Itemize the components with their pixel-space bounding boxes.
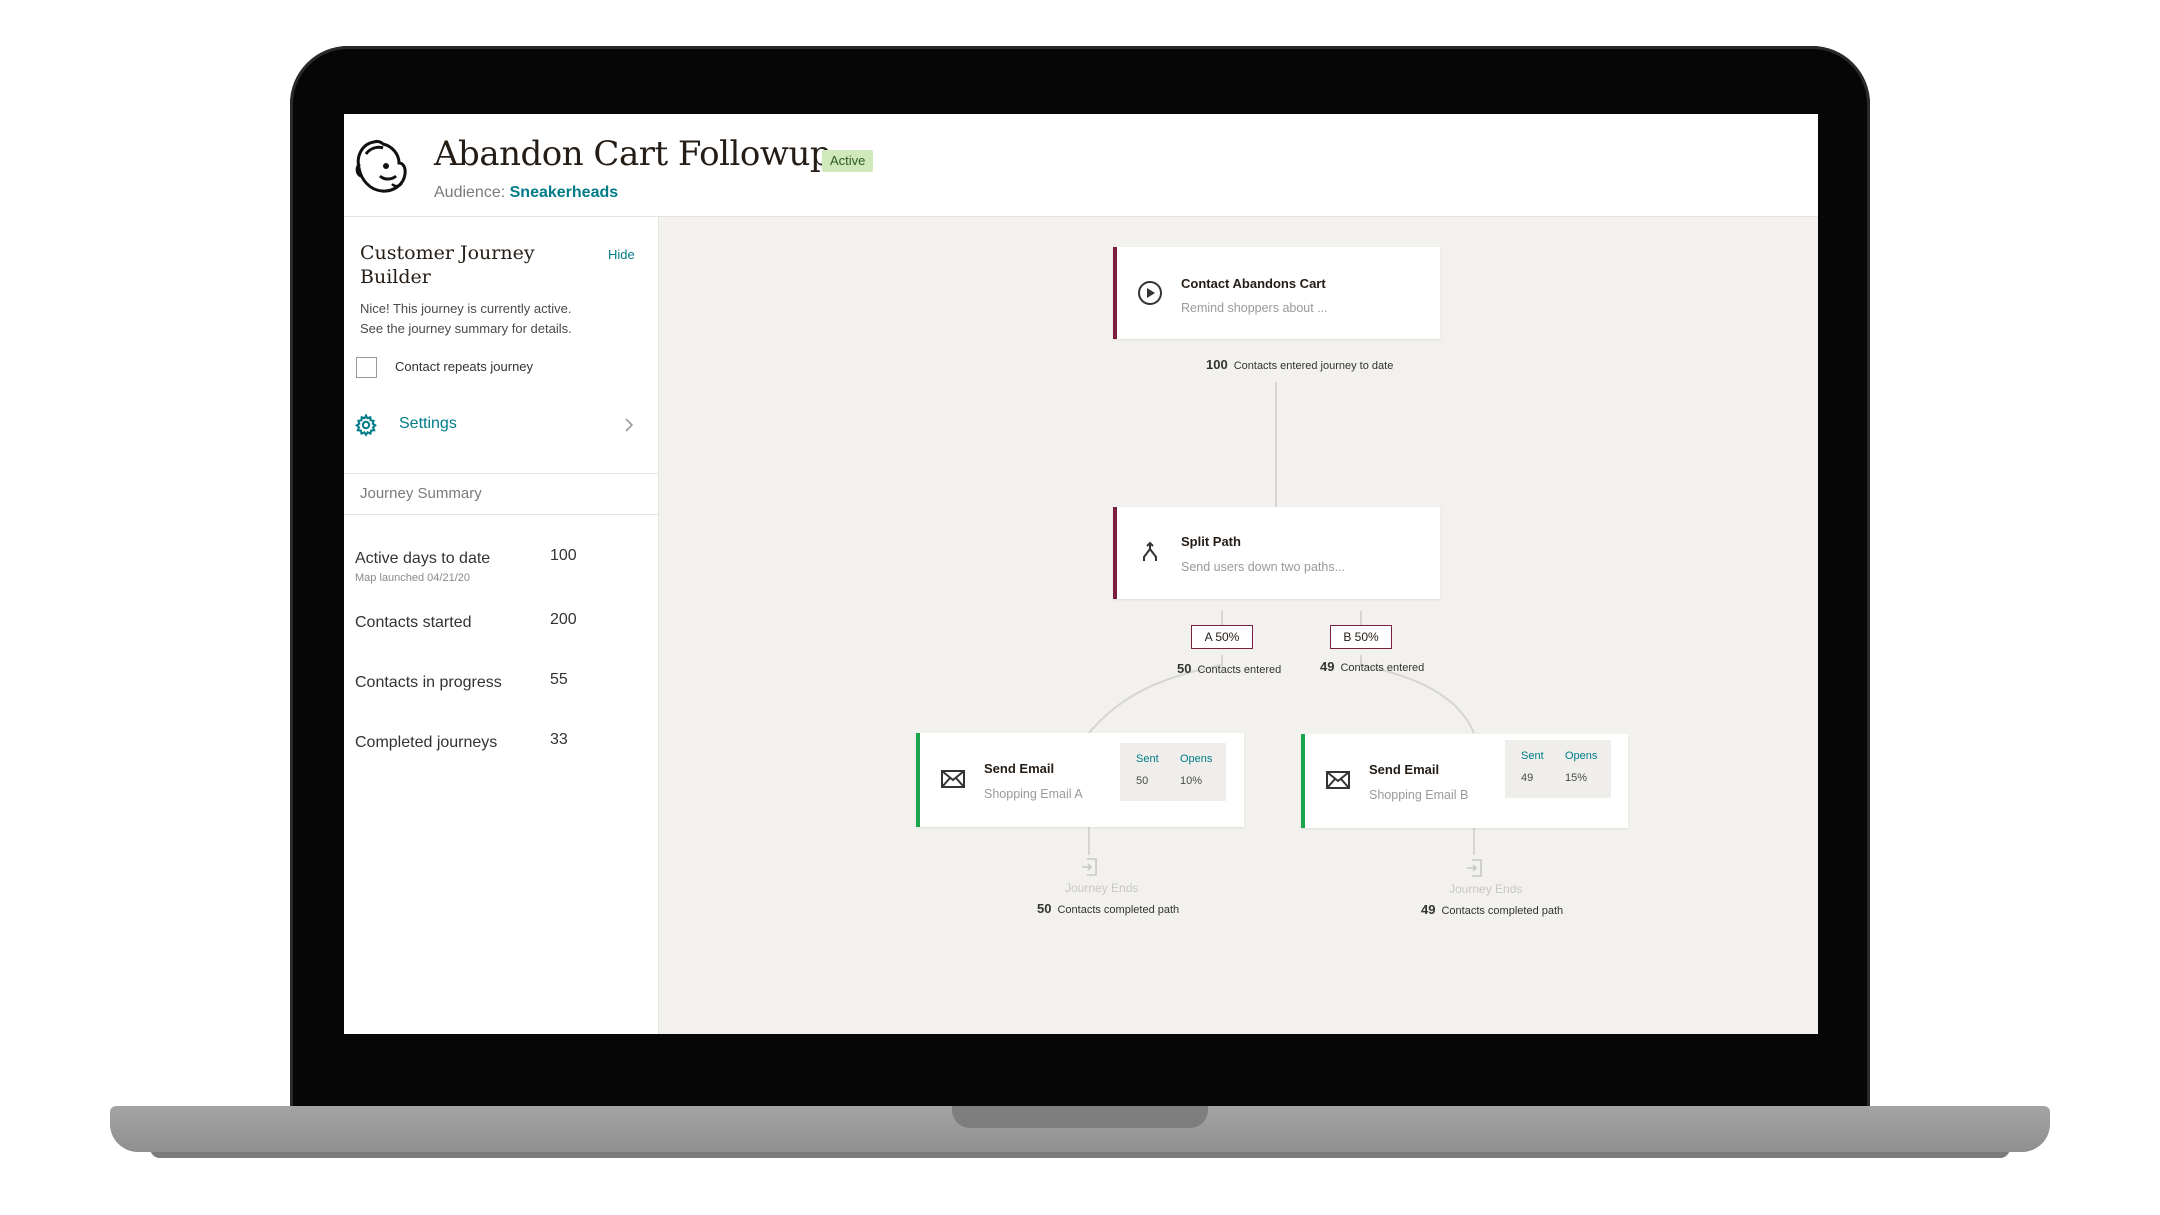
branch-a-count: 50 Contacts entered xyxy=(1177,661,1281,676)
split-subtitle: Send users down two paths... xyxy=(1181,560,1345,574)
split-title: Split Path xyxy=(1181,534,1241,549)
trigger-count: 100 Contacts entered journey to date xyxy=(1206,357,1393,372)
sidebar: Customer Journey Builder Hide Nice! This… xyxy=(344,217,659,1034)
split-path-node[interactable]: Split Path Send users down two paths... xyxy=(1113,507,1440,599)
page-title: Abandon Cart Followup xyxy=(434,134,832,174)
sent-value: 49 xyxy=(1521,772,1534,784)
play-circle-icon xyxy=(1138,281,1162,305)
branch-b-count-value: 49 xyxy=(1320,659,1335,674)
opens-value: 10% xyxy=(1180,775,1203,787)
audience-label: Audience: xyxy=(434,184,506,201)
repeat-journey-checkbox[interactable] xyxy=(356,357,377,378)
description-line-2: See the journey summary for details. xyxy=(360,321,572,336)
audience-link[interactable]: Sneakerheads xyxy=(510,184,619,201)
opens-value: 15% xyxy=(1565,772,1588,784)
description-line-1: Nice! This journey is currently active. xyxy=(360,301,572,316)
trigger-subtitle: Remind shoppers about ... xyxy=(1181,301,1328,315)
email-a-subtitle: Shopping Email A xyxy=(984,787,1083,801)
email-b-stats: Sent Opens 49 15% xyxy=(1505,740,1611,798)
envelope-icon xyxy=(941,770,965,788)
stat-row-contacts-started: Contacts started 200 xyxy=(354,611,644,658)
stat-value: 55 xyxy=(550,671,568,688)
branch-a-count-value: 50 xyxy=(1177,661,1192,676)
email-b-subtitle: Shopping Email B xyxy=(1369,788,1469,802)
email-a-stats: Sent Opens 50 10% xyxy=(1120,743,1226,801)
end-count-label: Contacts completed path xyxy=(1057,904,1180,916)
trigger-title: Contact Abandons Cart xyxy=(1181,276,1326,291)
gear-icon xyxy=(355,413,377,437)
chevron-right-icon xyxy=(625,418,634,432)
stat-label: Contacts in progress xyxy=(355,674,502,691)
email-b-title: Send Email xyxy=(1369,762,1440,777)
repeat-journey-label: Contact repeats journey xyxy=(395,359,534,374)
journey-end-label-b: Journey Ends xyxy=(1449,882,1523,896)
journey-summary-label: Journey Summary xyxy=(360,485,482,502)
sent-label: Sent xyxy=(1136,753,1159,765)
sent-value: 50 xyxy=(1136,775,1149,787)
branch-a-count-label: Contacts entered xyxy=(1197,664,1282,676)
stat-sublabel: Map launched 04/21/20 xyxy=(355,572,470,584)
status-badge: Active xyxy=(822,150,874,172)
audience-line: Audience: Sneakerheads xyxy=(434,184,618,202)
branch-b-count: 49 Contacts entered xyxy=(1320,659,1424,674)
app-screen: Abandon Cart Followup Active Audience: S… xyxy=(344,114,1818,1034)
send-email-node-b[interactable]: Send Email Shopping Email B Sent Opens 4… xyxy=(1301,734,1628,828)
sidebar-title: Customer Journey Builder xyxy=(360,242,535,288)
send-email-node-a[interactable]: Send Email Shopping Email A Sent Opens 5… xyxy=(916,733,1244,827)
email-a-title: Send Email xyxy=(984,761,1055,776)
app-header: Abandon Cart Followup Active Audience: S… xyxy=(344,114,1818,217)
settings-row[interactable]: Settings xyxy=(344,403,658,449)
stat-row-active-days: Active days to date Map launched 04/21/2… xyxy=(354,547,644,594)
branch-b-count-label: Contacts entered xyxy=(1340,662,1425,674)
trigger-count-value: 100 xyxy=(1206,357,1228,372)
opens-label: Opens xyxy=(1180,753,1213,765)
laptop-notch xyxy=(952,1106,1208,1128)
opens-label: Opens xyxy=(1565,750,1598,762)
envelope-icon xyxy=(1326,771,1350,789)
end-count-value: 49 xyxy=(1421,902,1436,917)
split-arrows-icon xyxy=(1143,541,1157,561)
sent-label: Sent xyxy=(1521,750,1544,762)
hide-link[interactable]: Hide xyxy=(608,247,635,262)
journey-end-label-a: Journey Ends xyxy=(1065,881,1139,895)
trigger-count-label: Contacts entered journey to date xyxy=(1233,360,1394,372)
mailchimp-logo-icon[interactable] xyxy=(352,136,410,196)
end-count-label: Contacts completed path xyxy=(1441,905,1564,917)
settings-label: Settings xyxy=(399,415,457,432)
journey-end-count-a: 50 Contacts completed path xyxy=(1037,901,1179,916)
stat-label: Active days to date xyxy=(355,550,491,567)
journey-end-count-b: 49 Contacts completed path xyxy=(1421,902,1563,917)
journey-summary-header: Journey Summary xyxy=(344,473,658,515)
exit-icon xyxy=(1467,859,1482,877)
stat-row-contacts-in-progress: Contacts in progress 55 xyxy=(354,671,644,718)
stat-label: Contacts started xyxy=(355,614,472,631)
stat-value: 200 xyxy=(550,611,577,628)
branch-a-tag[interactable]: A 50% xyxy=(1191,625,1253,649)
stat-value: 33 xyxy=(550,731,568,748)
end-count-value: 50 xyxy=(1037,901,1052,916)
stat-label: Completed journeys xyxy=(355,734,498,751)
exit-icon xyxy=(1082,858,1097,876)
sidebar-description: Nice! This journey is currently active. … xyxy=(360,299,620,339)
trigger-node[interactable]: Contact Abandons Cart Remind shoppers ab… xyxy=(1113,247,1440,339)
branch-b-tag[interactable]: B 50% xyxy=(1330,625,1392,649)
journey-canvas[interactable]: Contact Abandons Cart Remind shoppers ab… xyxy=(659,217,1818,1034)
stat-row-completed-journeys: Completed journeys 33 xyxy=(354,731,644,778)
stat-value: 100 xyxy=(550,547,577,564)
